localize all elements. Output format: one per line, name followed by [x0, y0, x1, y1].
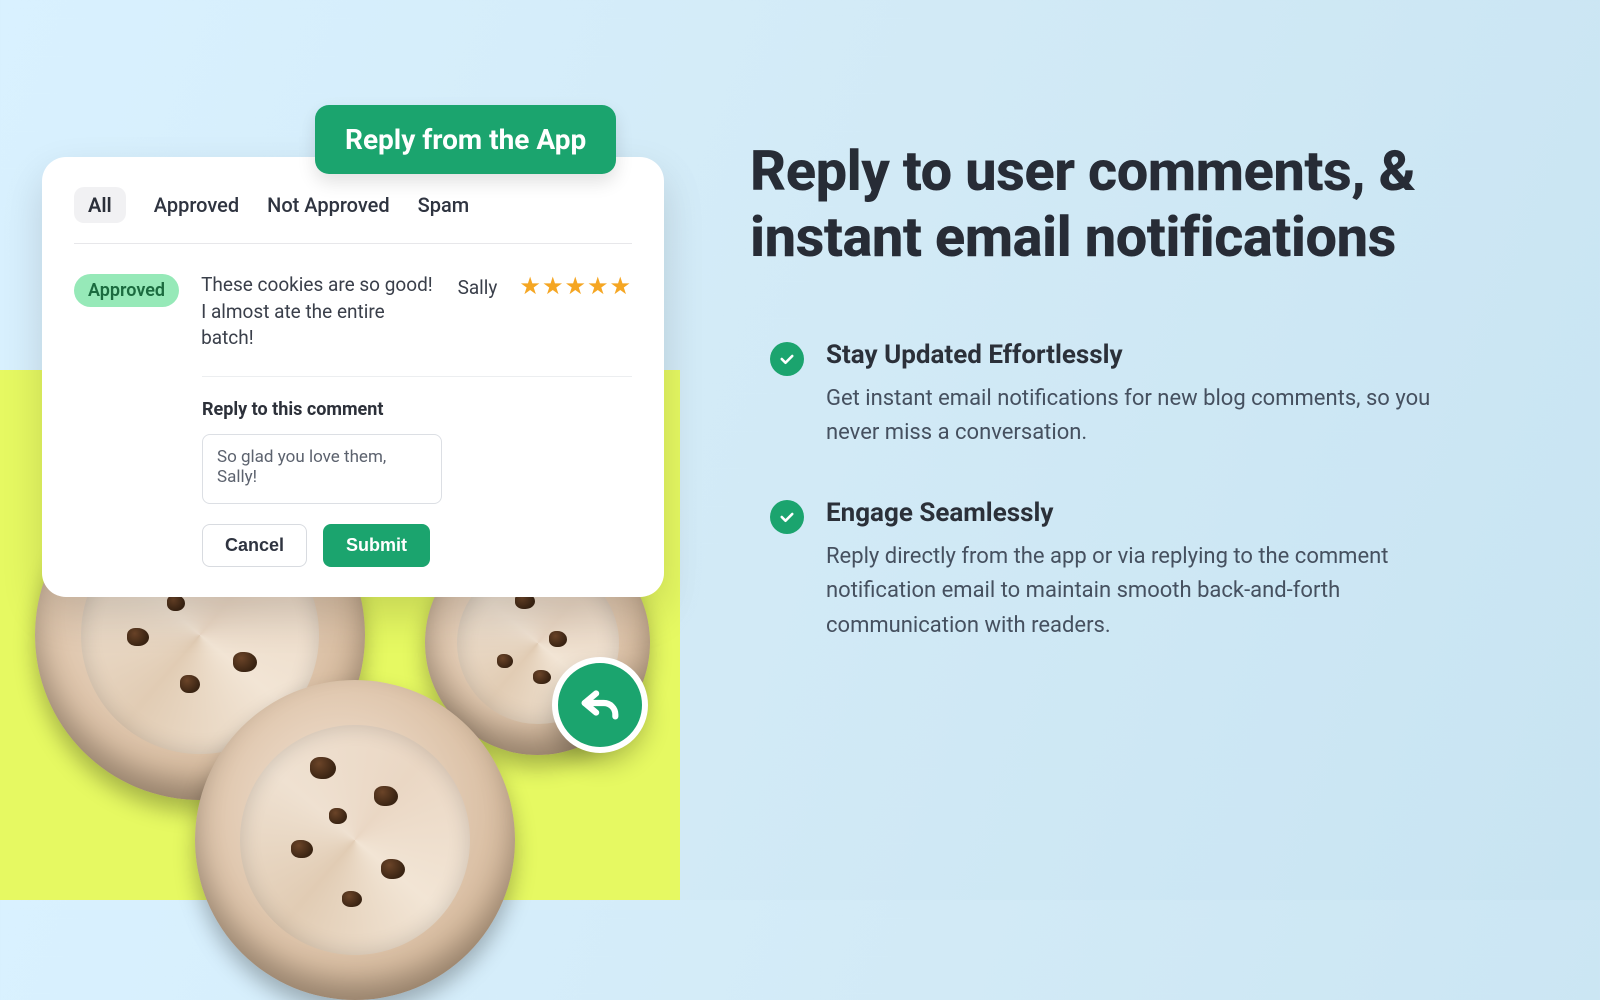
comments-card: All Approved Not Approved Spam Approved …	[42, 157, 664, 597]
reply-arrow-icon	[577, 680, 623, 730]
comment-author: Sally	[458, 276, 498, 299]
status-badge: Approved	[74, 274, 179, 307]
feature-title: Stay Updated Effortlessly	[826, 340, 1456, 370]
reply-fab[interactable]	[552, 657, 648, 753]
check-icon	[770, 500, 804, 534]
feature-item: Stay Updated Effortlessly Get instant em…	[770, 340, 1510, 450]
feature-desc: Reply directly from the app or via reply…	[826, 540, 1456, 642]
feature-desc: Get instant email notifications for new …	[826, 382, 1456, 450]
reply-input[interactable]	[202, 434, 442, 504]
filter-tabs: All Approved Not Approved Spam	[74, 187, 632, 244]
reply-from-app-badge: Reply from the App	[315, 105, 616, 174]
tab-approved[interactable]: Approved	[154, 193, 239, 217]
check-icon	[770, 342, 804, 376]
tab-spam[interactable]: Spam	[418, 193, 470, 217]
feature-title: Engage Seamlessly	[826, 498, 1456, 528]
comment-row: Approved These cookies are so good! I al…	[74, 244, 632, 352]
submit-button[interactable]: Submit	[323, 524, 430, 567]
headline: Reply to user comments, & instant email …	[750, 138, 1510, 270]
reply-label: Reply to this comment	[202, 399, 632, 420]
cancel-button[interactable]: Cancel	[202, 524, 307, 567]
rating-stars: ★★★★★	[519, 272, 632, 300]
tab-not-approved[interactable]: Not Approved	[267, 193, 390, 217]
marketing-copy: Reply to user comments, & instant email …	[750, 138, 1510, 691]
feature-item: Engage Seamlessly Reply directly from th…	[770, 498, 1510, 642]
comment-text: These cookies are so good! I almost ate …	[201, 272, 436, 352]
tab-all[interactable]: All	[74, 187, 126, 223]
reply-section: Reply to this comment Cancel Submit	[202, 376, 632, 567]
